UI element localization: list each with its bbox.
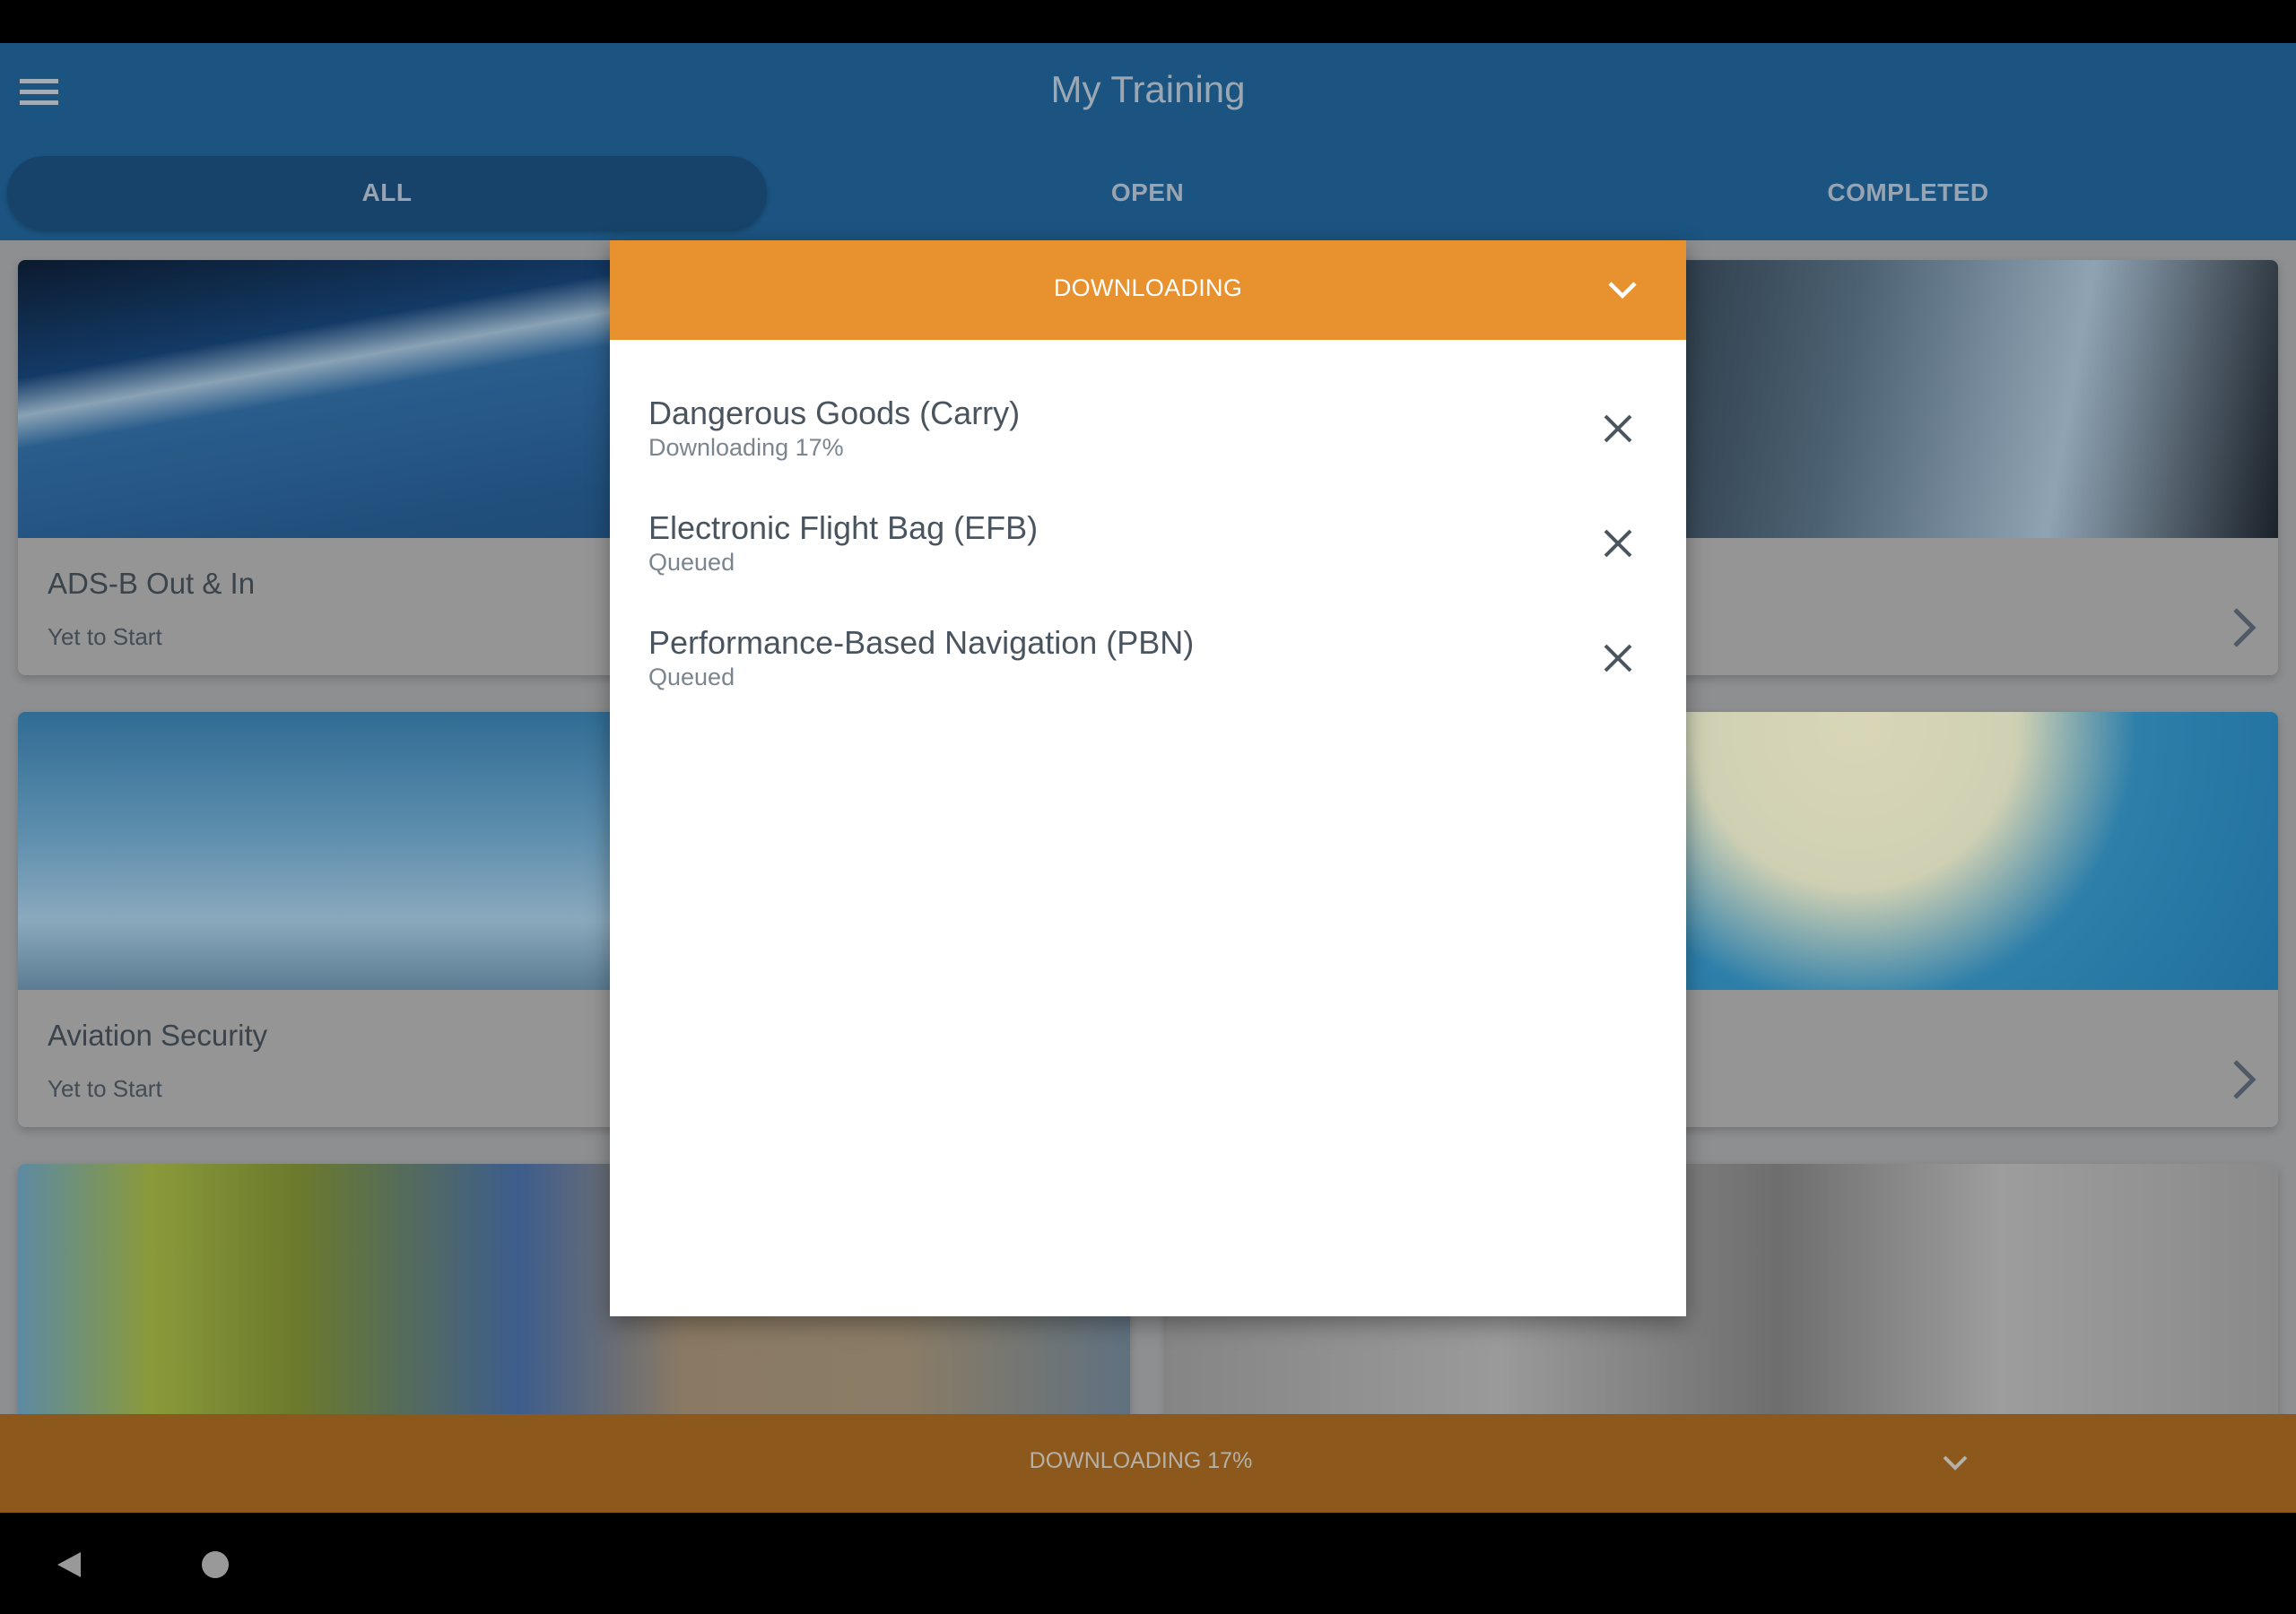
close-icon[interactable] (1596, 637, 1639, 680)
dialog-header: DOWNLOADING (610, 240, 1686, 340)
download-item-title: Dangerous Goods (Carry) (648, 395, 1021, 431)
close-icon[interactable] (1596, 522, 1639, 565)
app-bar: My Training ALL OPEN COMPLETED (0, 43, 2296, 240)
chevron-right-icon (2233, 1060, 2257, 1099)
download-item: Electronic Flight Bag (EFB) Queued (610, 504, 1686, 619)
close-icon[interactable] (1596, 407, 1639, 450)
download-item-title: Electronic Flight Bag (EFB) (648, 509, 1039, 546)
course-title: ADS-B Out & In (48, 567, 256, 600)
tab-open[interactable]: OPEN (768, 156, 1527, 230)
tab-all[interactable]: ALL (7, 156, 767, 230)
download-status-bar[interactable]: DOWNLOADING 17% (0, 1414, 2296, 1513)
download-item: Performance-Based Navigation (PBN) Queue… (610, 619, 1686, 733)
tab-completed[interactable]: COMPLETED (1528, 156, 2288, 230)
system-nav-bar (0, 1513, 2296, 1614)
status-bar (0, 0, 2296, 43)
chevron-right-icon (2233, 608, 2257, 647)
download-item-title: Performance-Based Navigation (PBN) (648, 624, 1195, 661)
page-title: My Training (1050, 68, 1246, 110)
download-item-status: Queued (648, 549, 735, 576)
download-item: Dangerous Goods (Carry) Downloading 17% (610, 389, 1686, 504)
home-icon[interactable] (202, 1551, 229, 1578)
course-title: Aviation Security (48, 1019, 268, 1052)
download-item-status: Downloading 17% (648, 434, 844, 461)
tab-bar: ALL OPEN COMPLETED (0, 156, 2296, 230)
chevron-down-icon[interactable] (1937, 1445, 1973, 1480)
downloading-dialog: DOWNLOADING Dangerous Goods (Carry) Down… (610, 240, 1686, 1316)
course-status: Yet to Start (48, 1075, 162, 1102)
chevron-down-icon[interactable] (1602, 269, 1643, 310)
dialog-title: DOWNLOADING (1053, 274, 1243, 301)
course-status: Yet to Start (48, 623, 162, 650)
download-item-status: Queued (648, 664, 735, 690)
back-icon[interactable] (56, 1550, 83, 1579)
